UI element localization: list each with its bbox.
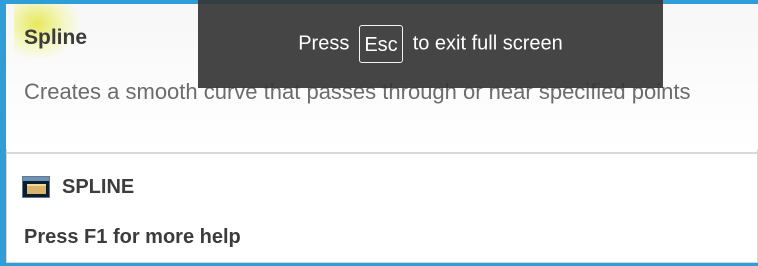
help-text: Press F1 for more help — [24, 226, 241, 248]
spline-command-icon — [22, 176, 50, 198]
notice-prefix: Press — [298, 32, 350, 55]
notice-suffix: to exit full screen — [412, 32, 563, 55]
tooltip-title: Spline — [24, 26, 88, 49]
command-label: SPLINE — [62, 175, 135, 198]
fullscreen-notice-text: Press Esc to exit full screen — [298, 25, 563, 63]
tooltip-divider — [6, 152, 758, 154]
command-row: SPLINE — [22, 170, 134, 204]
fullscreen-notice: Press Esc to exit full screen — [198, 0, 663, 88]
esc-key: Esc — [359, 25, 403, 63]
